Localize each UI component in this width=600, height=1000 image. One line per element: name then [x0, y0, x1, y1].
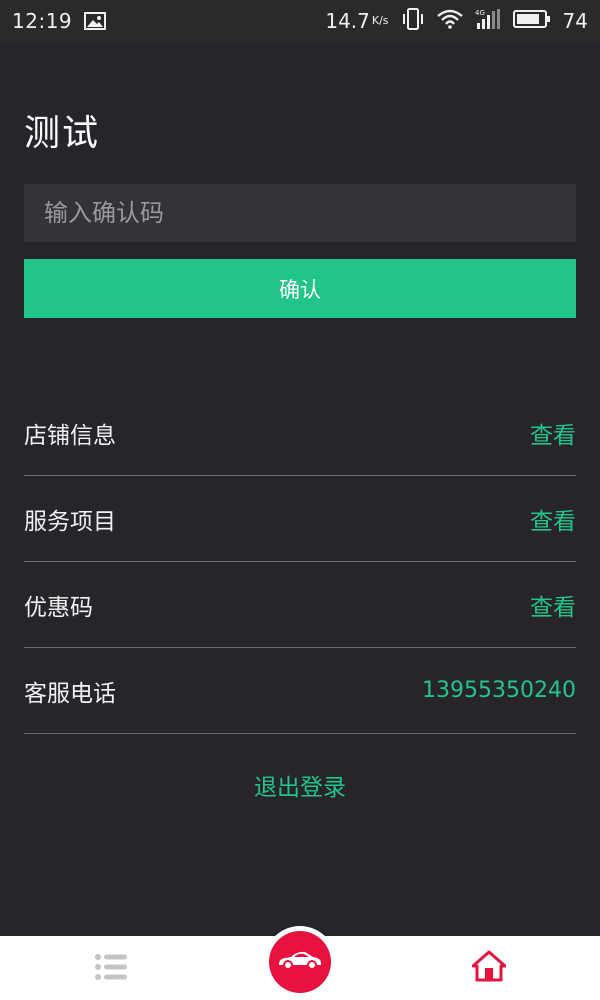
confirm-code-input[interactable] [24, 184, 576, 242]
network-speed-value: 14.7 [325, 9, 370, 33]
status-bar: 12:19 14.7 K/s 4G 74 [0, 0, 600, 42]
logout-link[interactable]: 退出登录 [0, 768, 600, 802]
info-row-label: 客服电话 [24, 680, 116, 707]
customer-service-phone-link[interactable]: 13955350240 [422, 678, 576, 703]
image-icon [84, 12, 107, 30]
status-time: 12:19 [12, 9, 73, 33]
svg-text:4G: 4G [475, 9, 485, 17]
view-coupon-link[interactable]: 查看 [530, 588, 576, 622]
info-row-phone: 客服电话 13955350240 [24, 648, 576, 734]
car-icon [277, 949, 323, 975]
list-icon[interactable] [95, 954, 127, 980]
info-row-label: 优惠码 [24, 594, 93, 621]
battery-level: 74 [562, 9, 588, 33]
info-row-label: 服务项目 [24, 508, 116, 535]
view-store-info-link[interactable]: 查看 [530, 416, 576, 450]
wifi-icon [436, 9, 463, 33]
network-speed: 14.7 K/s [325, 9, 388, 33]
car-nav-inner [269, 931, 331, 993]
battery-icon [512, 9, 551, 33]
view-services-link[interactable]: 查看 [530, 502, 576, 536]
info-row-coupon: 优惠码 查看 [24, 562, 576, 648]
info-row-label: 店铺信息 [24, 422, 116, 449]
info-row-services: 服务项目 查看 [24, 476, 576, 562]
car-nav-button[interactable] [264, 926, 336, 998]
vibrate-icon [401, 8, 425, 34]
info-row-store: 店铺信息 查看 [24, 390, 576, 476]
status-left: 12:19 [12, 9, 107, 33]
confirm-button[interactable]: 确认 [24, 259, 576, 318]
status-right: 14.7 K/s 4G 74 [325, 8, 588, 34]
network-speed-unit: K/s [371, 14, 389, 27]
page-title: 测试 [24, 113, 101, 154]
signal-4g-icon: 4G [475, 8, 501, 34]
info-list: 店铺信息 查看 服务项目 查看 优惠码 查看 客服电话 13955350240 [24, 390, 576, 734]
home-icon[interactable] [471, 950, 507, 982]
